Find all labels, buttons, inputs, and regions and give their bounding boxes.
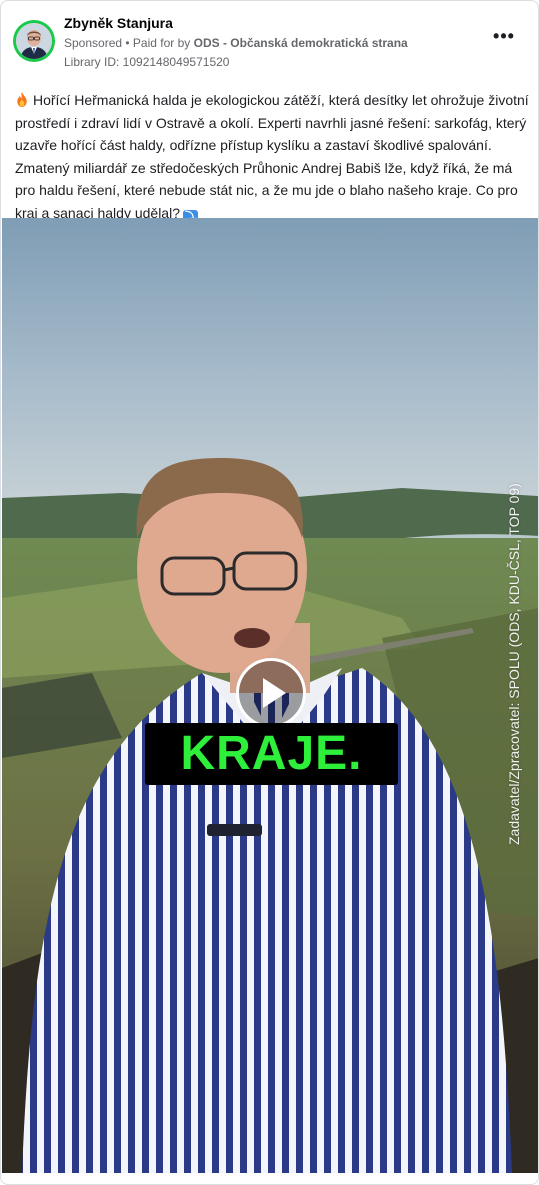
sponsored-label: Sponsored [64, 36, 123, 50]
avatar-photo [16, 23, 52, 59]
meta-separator: • [122, 36, 133, 50]
play-icon [263, 678, 286, 708]
paid-for-prefix: Paid for by [132, 36, 194, 50]
avatar[interactable] [13, 20, 55, 62]
avatar-portrait-icon [16, 23, 52, 59]
post-body: Hořící Heřmanická halda je ekologickou z… [15, 92, 529, 221]
ad-disclosure-watermark: Zadavatel/Zpracovatel: SPOLU (ODS, KDU-Č… [506, 483, 522, 845]
video-caption: KRAJE. [180, 727, 363, 780]
video-player[interactable]: Zadavatel/Zpracovatel: SPOLU (ODS, KDU-Č… [2, 218, 538, 1173]
author-name[interactable]: Zbyněk Stanjura [64, 15, 173, 31]
ad-post-card: Zbyněk Stanjura Sponsored • Paid for by … [0, 0, 539, 1185]
post-text: Hořící Heřmanická halda je ekologickou z… [15, 89, 530, 225]
play-button[interactable] [236, 658, 306, 728]
fire-emoji-icon [17, 92, 27, 107]
more-options-icon[interactable]: ••• [492, 27, 516, 49]
post-header: Zbyněk Stanjura Sponsored • Paid for by … [13, 13, 526, 73]
payer-name[interactable]: ODS - Občanská demokratická strana [194, 36, 408, 50]
sponsored-line: Sponsored • Paid for by ODS - Občanská d… [64, 36, 408, 50]
library-id: Library ID: 1092148049571520 [64, 55, 230, 69]
